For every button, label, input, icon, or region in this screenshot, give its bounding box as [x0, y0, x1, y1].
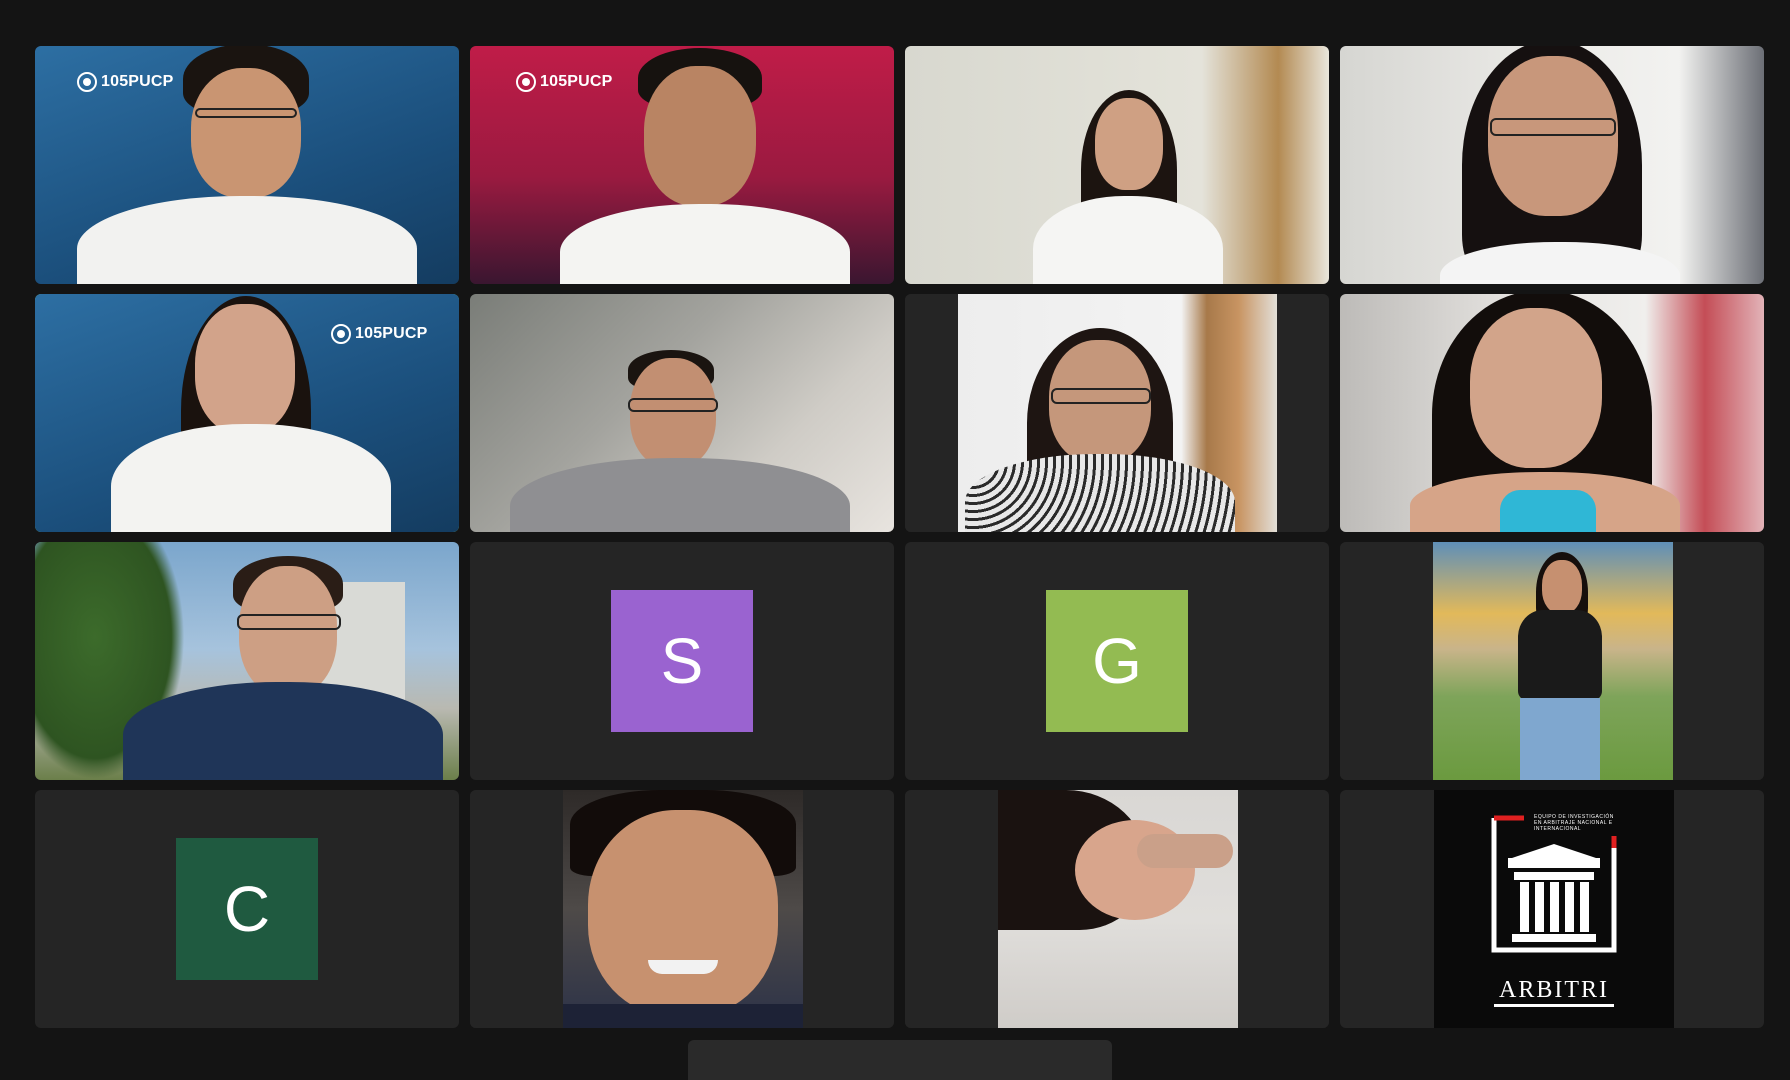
participant-tile-16[interactable]: EQUIPO DE INVESTIGACIÓN EN ARBITRAJE NAC… — [1340, 790, 1764, 1028]
participant-tile-8[interactable] — [1340, 294, 1764, 532]
participant-tile-1[interactable]: 105PUCP — [35, 46, 459, 284]
participant-tile-5[interactable]: 105PUCP — [35, 294, 459, 532]
seal-icon — [77, 72, 97, 92]
participant-tile-14[interactable] — [470, 790, 894, 1028]
participant-tile-3[interactable] — [905, 46, 1329, 284]
participant-avatar: S — [611, 590, 753, 732]
meeting-toolbar[interactable] — [688, 1040, 1112, 1080]
participant-tile-12[interactable] — [1340, 542, 1764, 780]
participant-tile-2[interactable]: 105PUCP — [470, 46, 894, 284]
participant-avatar: C — [176, 838, 318, 980]
meeting-gallery-view: 105PUCP 105PUCP 105PUCP S G C EQUIPO DE … — [0, 0, 1790, 1080]
participant-tile-10[interactable]: S — [470, 542, 894, 780]
participant-tile-9[interactable] — [35, 542, 459, 780]
participant-tile-15[interactable] — [905, 790, 1329, 1028]
participant-tile-4[interactable] — [1340, 46, 1764, 284]
logo-wordmark: ARBITRI — [1499, 977, 1609, 1003]
participant-avatar: G — [1046, 590, 1188, 732]
participant-tile-11[interactable]: G — [905, 542, 1329, 780]
seal-icon — [516, 72, 536, 92]
logo-subtitle: EQUIPO DE INVESTIGACIÓN EN ARBITRAJE NAC… — [1534, 814, 1614, 832]
participant-tile-7[interactable] — [905, 294, 1329, 532]
brand-logo: 105PUCP — [516, 72, 613, 92]
brand-logo: 105PUCP — [331, 324, 428, 344]
arbitri-logo: EQUIPO DE INVESTIGACIÓN EN ARBITRAJE NAC… — [1434, 790, 1674, 1028]
seal-icon — [331, 324, 351, 344]
brand-logo: 105PUCP — [77, 72, 174, 92]
participant-tile-6[interactable] — [470, 294, 894, 532]
participant-tile-13[interactable]: C — [35, 790, 459, 1028]
